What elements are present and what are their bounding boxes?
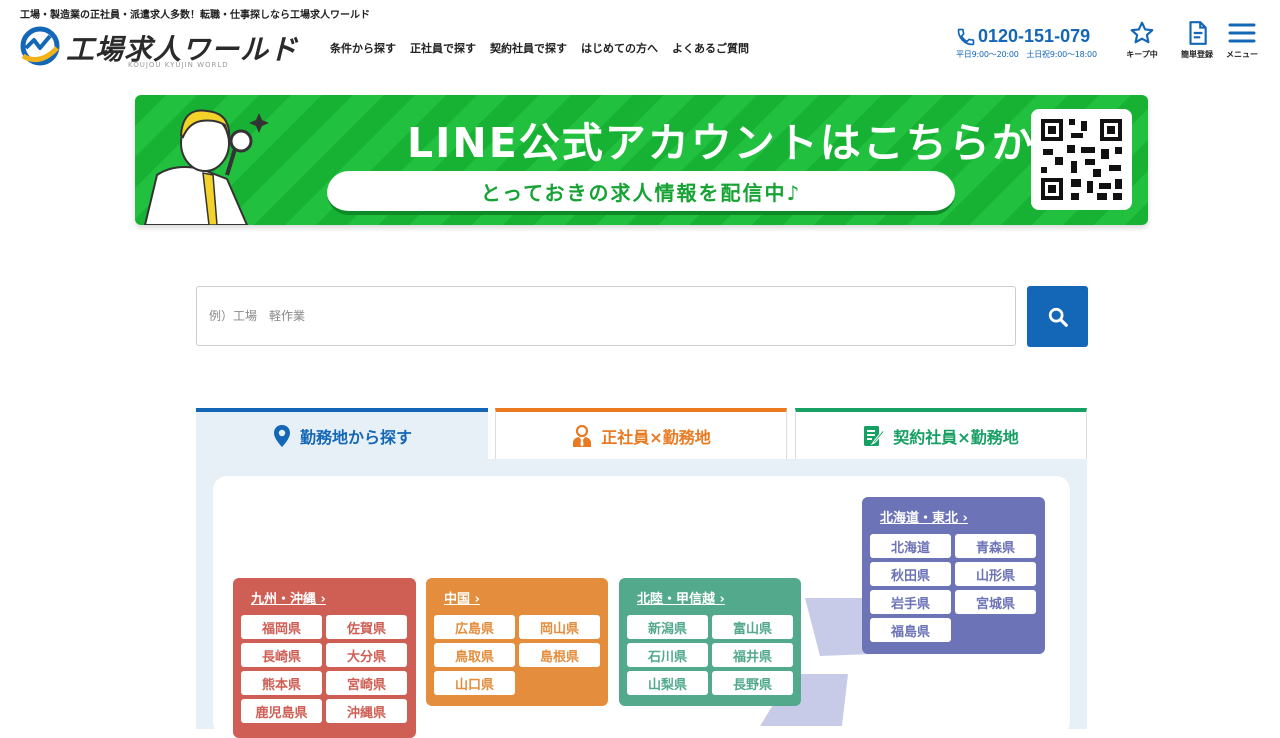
tab-label: 正社員×勤務地 bbox=[601, 427, 711, 447]
pref-hiroshima[interactable]: 広島県 bbox=[434, 615, 515, 639]
region-title-chugoku[interactable]: 中国 › bbox=[444, 588, 600, 607]
pref-tottori[interactable]: 鳥取県 bbox=[434, 643, 515, 667]
pref-okinawa[interactable]: 沖縄県 bbox=[326, 699, 407, 723]
search-button[interactable] bbox=[1027, 286, 1088, 347]
region-title-hokuriku[interactable]: 北陸・甲信越 › bbox=[637, 588, 793, 607]
pref-niigata[interactable]: 新潟県 bbox=[627, 615, 708, 639]
line-account-banner[interactable]: LINE公式アカウントはこちらから！ とっておきの求人情報を配信中♪ bbox=[135, 95, 1148, 225]
pref-yamanashi[interactable]: 山梨県 bbox=[627, 671, 708, 695]
banner-subline-pill: とっておきの求人情報を配信中♪ bbox=[327, 171, 955, 215]
pref-kumamoto[interactable]: 熊本県 bbox=[241, 671, 322, 695]
employee-icon bbox=[573, 424, 592, 447]
pref-yamaguchi[interactable]: 山口県 bbox=[434, 671, 515, 695]
pref-ishikawa[interactable]: 石川県 bbox=[627, 643, 708, 667]
pref-fukuoka[interactable]: 福岡県 bbox=[241, 615, 322, 639]
pref-shimane[interactable]: 島根県 bbox=[519, 643, 600, 667]
pref-hokkaido[interactable]: 北海道 bbox=[870, 534, 951, 558]
pref-kagoshima[interactable]: 鹿児島県 bbox=[241, 699, 322, 723]
pref-miyagi[interactable]: 宮城県 bbox=[955, 590, 1036, 614]
contract-icon bbox=[864, 425, 885, 446]
register-label: 簡単登録 bbox=[1181, 50, 1213, 59]
phone-contact[interactable]: 0120-151-079 平日9:00〜20:00 土日祝9:00〜18:00 bbox=[956, 26, 1106, 60]
pref-aomori[interactable]: 青森県 bbox=[955, 534, 1036, 558]
document-icon bbox=[1189, 21, 1207, 45]
star-icon bbox=[1130, 21, 1154, 44]
keyword-search-input[interactable] bbox=[196, 286, 1016, 346]
phone-hours: 平日9:00〜20:00 土日祝9:00〜18:00 bbox=[956, 50, 1097, 59]
pref-nagasaki[interactable]: 長崎県 bbox=[241, 643, 322, 667]
qr-code-icon bbox=[1041, 119, 1122, 200]
logo-subtext: KOUJOU KYUJIN WORLD bbox=[128, 61, 229, 69]
pref-fukushima[interactable]: 福島県 bbox=[870, 618, 951, 642]
banner-subline: とっておきの求人情報を配信中♪ bbox=[480, 180, 802, 205]
site-tagline: 工場・製造業の正社員・派遣求人多数！転職・仕事探しなら工場求人ワールド bbox=[20, 10, 370, 21]
tab-label: 勤務地から探す bbox=[299, 428, 412, 447]
site-logo[interactable]: 工場求人ワールド KOUJOU KYUJIN WORLD bbox=[20, 24, 297, 72]
pref-fukui[interactable]: 福井県 bbox=[712, 643, 793, 667]
menu-label: メニュー bbox=[1226, 50, 1258, 59]
nav-first-time[interactable]: はじめての方へ bbox=[581, 40, 658, 56]
region-title-kyushu[interactable]: 九州・沖縄 › bbox=[251, 588, 408, 607]
region-title-hokkaido[interactable]: 北海道・東北 › bbox=[880, 507, 1037, 526]
pref-toyama[interactable]: 富山県 bbox=[712, 615, 793, 639]
pref-okayama[interactable]: 岡山県 bbox=[519, 615, 600, 639]
nav-search-by-condition[interactable]: 条件から探す bbox=[330, 40, 396, 56]
pref-akita[interactable]: 秋田県 bbox=[870, 562, 951, 586]
pref-iwate[interactable]: 岩手県 bbox=[870, 590, 951, 614]
hamburger-icon bbox=[1228, 23, 1256, 43]
qr-code bbox=[1031, 109, 1132, 210]
map-pin-icon bbox=[273, 425, 290, 447]
pref-miyazaki[interactable]: 宮崎県 bbox=[326, 671, 407, 695]
menu-button[interactable]: メニュー bbox=[1220, 20, 1264, 60]
keep-button[interactable]: キープ中 bbox=[1120, 20, 1164, 60]
nav-faq[interactable]: よくあるご質問 bbox=[672, 40, 749, 56]
pref-oita[interactable]: 大分県 bbox=[326, 643, 407, 667]
logo-mark-icon bbox=[20, 26, 60, 66]
nav-search-fulltime[interactable]: 正社員で探す bbox=[410, 40, 476, 56]
phone-icon bbox=[957, 28, 975, 45]
pref-saga[interactable]: 佐賀県 bbox=[326, 615, 407, 639]
tab-label: 契約社員×勤務地 bbox=[893, 427, 1019, 447]
tab-search-by-location[interactable]: 勤務地から探す bbox=[196, 408, 488, 460]
region-hokuriku-koshinetsu: 北陸・甲信越 › 新潟県 富山県 石川県 福井県 山梨県 長野県 bbox=[619, 578, 801, 706]
nav-search-contract[interactable]: 契約社員で探す bbox=[490, 40, 567, 56]
phone-number: 0120-151-079 bbox=[978, 26, 1091, 46]
tab-fulltime-location[interactable]: 正社員×勤務地 bbox=[495, 408, 787, 460]
search-icon bbox=[1048, 307, 1068, 327]
region-hokkaido-tohoku: 北海道・東北 › 北海道 青森県 秋田県 山形県 岩手県 宮城県 福島県 bbox=[862, 497, 1045, 654]
register-button[interactable]: 簡単登録 bbox=[1175, 20, 1219, 60]
global-nav: 条件から探す 正社員で探す 契約社員で探す はじめての方へ よくあるご質問 bbox=[330, 40, 749, 56]
pref-nagano[interactable]: 長野県 bbox=[712, 671, 793, 695]
region-chugoku: 中国 › 広島県 岡山県 鳥取県 島根県 山口県 bbox=[426, 578, 608, 706]
person-with-magnifier-illustration bbox=[143, 109, 269, 225]
tab-contract-location[interactable]: 契約社員×勤務地 bbox=[795, 408, 1087, 460]
region-kyushu-okinawa: 九州・沖縄 › 福岡県 佐賀県 長崎県 大分県 熊本県 宮崎県 鹿児島県 沖縄県 bbox=[233, 578, 416, 738]
pref-yamagata[interactable]: 山形県 bbox=[955, 562, 1036, 586]
banner-headline: LINE公式アカウントはこちらから！ bbox=[407, 119, 1121, 167]
keep-label: キープ中 bbox=[1126, 50, 1158, 59]
